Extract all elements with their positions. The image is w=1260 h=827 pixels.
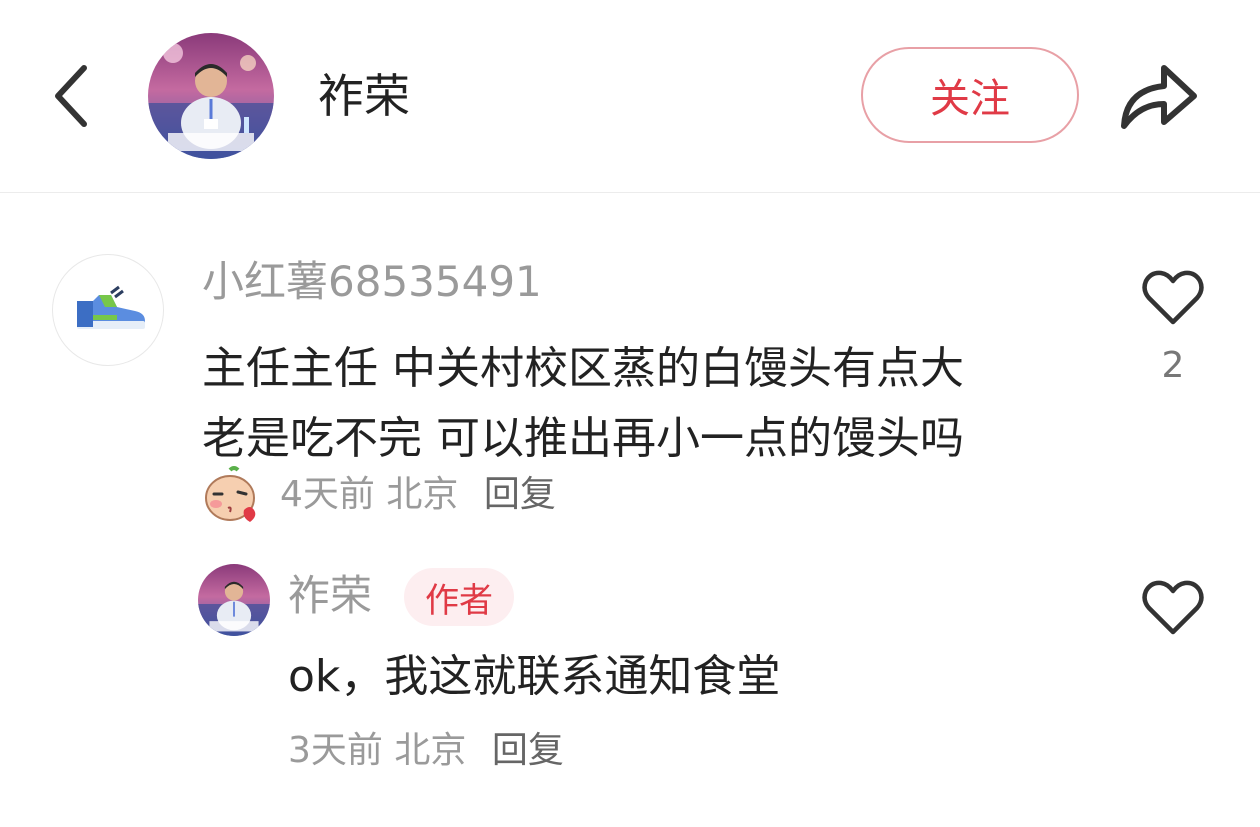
share-button[interactable] [1116, 56, 1202, 136]
comment-like-button[interactable]: 2 [1138, 268, 1208, 390]
commenter-username[interactable]: 小红薯68535491 [202, 252, 542, 312]
author-avatar[interactable] [148, 33, 274, 159]
share-arrow-icon [1121, 65, 1197, 129]
commenter-avatar[interactable] [52, 254, 164, 366]
comment-text-line: 老是吃不完 可以推出再小一点的馒头吗 [202, 413, 964, 464]
header-bar: 祚荣 关注 [0, 0, 1260, 193]
comment-like-count: 2 [1161, 345, 1185, 386]
comment-text-line: 主任主任 中关村校区蒸的白馒头有点大 [202, 343, 964, 394]
follow-button[interactable]: 关注 [861, 47, 1079, 143]
reply-meta: 3天前 北京 回复 [288, 726, 564, 776]
reply-text: ok，我这就联系通知食堂 [288, 651, 781, 702]
comment-time: 4天前 [280, 474, 375, 515]
author-name[interactable]: 祚荣 [318, 66, 410, 126]
comment-location: 北京 [386, 474, 459, 515]
reply-author-avatar[interactable] [198, 564, 270, 636]
author-badge: 作者 [404, 568, 514, 626]
kiss-face-sticker-icon [200, 464, 260, 524]
reply-reply-button[interactable]: 回复 [492, 730, 564, 771]
comment-text: 主任主任 中关村校区蒸的白馒头有点大 老是吃不完 可以推出再小一点的馒头吗 [202, 334, 1102, 474]
chevron-left-icon [55, 65, 87, 127]
comment-page: 祚荣 关注 小红薯68535491 主任主任 中关村校区蒸的白馒头有点大 老是吃… [0, 0, 1260, 827]
reply-location: 北京 [394, 730, 467, 771]
reply-time: 3天前 [288, 730, 383, 771]
heart-icon [1142, 270, 1204, 325]
comment-meta: 4天前 北京 回复 [280, 470, 556, 520]
reply-like-button[interactable] [1138, 578, 1208, 642]
reply-username[interactable]: 祚荣 [288, 566, 372, 626]
comment-reply-button[interactable]: 回复 [484, 474, 556, 515]
back-button[interactable] [44, 58, 100, 134]
heart-icon [1142, 580, 1204, 635]
